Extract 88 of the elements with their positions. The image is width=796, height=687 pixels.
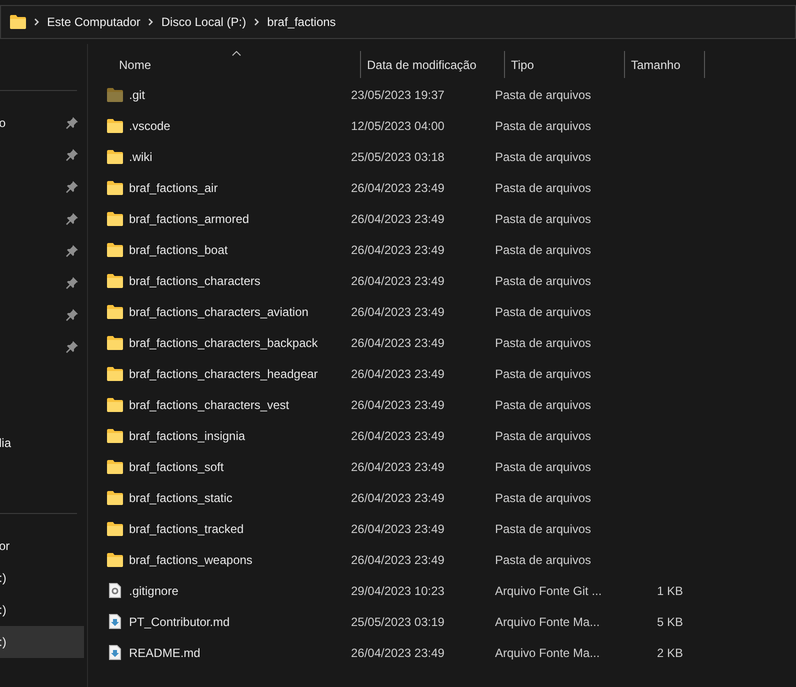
column-header[interactable]: Data de modificação [361,51,505,78]
sidebar-item[interactable]: :) [0,626,84,658]
file-type: Pasta de arquivos [495,522,592,536]
file-type: Pasta de arquivos [495,304,592,318]
modified-date: 26/04/2023 23:49 [351,366,444,380]
file-name[interactable]: braf_factions_tracked [129,520,244,538]
column-header[interactable]: Tamanho [625,51,705,78]
file-type: Pasta de arquivos [495,180,592,194]
modified-date: 26/04/2023 23:49 [351,552,444,566]
file-name[interactable]: braf_factions_insignia [129,426,246,444]
modified-date: 26/04/2023 23:49 [351,304,444,318]
modified-date: 26/04/2023 23:49 [351,490,444,504]
column-header[interactable]: Nome [90,51,361,78]
file-name[interactable]: braf_factions_static [129,488,232,506]
file-name[interactable]: .git [129,86,146,104]
file-type: Pasta de arquivos [495,242,592,256]
file-type: Arquivo Fonte Ma... [495,646,600,660]
file-type: Pasta de arquivos [495,118,592,132]
modified-date: 26/04/2023 23:49 [351,646,444,660]
file-type: Pasta de arquivos [495,460,592,474]
address-bar[interactable]: Este Computador Disco Local (P:) braf_factions [0,5,796,39]
arrow-file-icon [109,645,121,660]
file-type: Pasta de arquivos [495,274,592,288]
modified-date: 26/04/2023 23:49 [351,242,444,256]
modified-date: 23/05/2023 19:37 [351,88,444,102]
sort-caret-icon [232,51,241,56]
file-type: Pasta de arquivos [495,398,592,412]
gear-file-icon [109,583,121,598]
file-name[interactable]: braf_factions_characters_aviation [129,302,308,320]
file-type: Pasta de arquivos [495,150,592,164]
sidebar-item[interactable]: :) [0,594,84,626]
file-name[interactable]: README.md [129,644,200,662]
sidebar-item[interactable]: lia [0,427,84,459]
file-name[interactable]: braf_factions_air [129,178,218,196]
pin-icon[interactable] [66,277,78,289]
column-header[interactable]: Tipo [505,51,625,78]
chevron-icon[interactable] [148,18,154,26]
pin-icon[interactable] [66,213,78,225]
modified-date: 26/04/2023 23:49 [351,398,444,412]
file-name[interactable]: braf_factions_characters_backpack [129,334,318,352]
pin-icon[interactable] [66,181,78,193]
modified-date: 26/04/2023 23:49 [351,212,444,226]
file-name[interactable]: braf_factions_armored [129,210,250,228]
breadcrumb-item[interactable]: braf_factions [267,13,336,31]
file-name[interactable]: PT_Contributor.md [129,612,230,630]
chevron-icon[interactable] [34,18,39,26]
modified-date: 26/04/2023 23:49 [351,428,444,442]
pin-icon[interactable] [66,245,78,257]
file-type: Pasta de arquivos [495,490,592,504]
file-name[interactable]: braf_factions_weapons [129,550,252,568]
file-name[interactable]: .gitignore [129,582,178,600]
breadcrumb-item[interactable]: Disco Local (P:) [161,13,246,31]
modified-date: 25/05/2023 03:18 [351,150,444,164]
modified-date: 29/04/2023 10:23 [351,584,444,598]
file-type: Pasta de arquivos [495,428,592,442]
arrow-file-icon [109,614,121,629]
modified-date: 12/05/2023 04:00 [351,118,444,132]
file-name[interactable]: braf_factions_characters_vest [129,396,290,414]
file-name[interactable]: braf_factions_characters_headgear [129,364,318,382]
modified-date: 26/04/2023 23:49 [351,336,444,350]
file-name[interactable]: braf_factions_soft [129,458,224,476]
file-name[interactable]: .wiki [129,148,152,166]
breadcrumb-item[interactable]: Este Computador [47,13,140,31]
file-name[interactable]: braf_factions_boat [129,240,228,258]
file-name[interactable]: braf_factions_characters [129,272,260,290]
file-size: 2 KB [656,646,683,660]
sidebar-item[interactable]: :) [0,562,84,594]
file-type: Pasta de arquivos [495,212,592,226]
file-size: 5 KB [656,614,683,628]
file-type: Arquivo Fonte Ma... [495,614,600,628]
modified-date: 26/04/2023 23:49 [351,274,444,288]
modified-date: 26/04/2023 23:49 [351,460,444,474]
pin-icon[interactable] [66,117,78,129]
modified-date: 26/04/2023 23:49 [351,180,444,194]
pin-icon[interactable] [66,309,78,321]
file-type: Pasta de arquivos [495,552,592,566]
chevron-icon[interactable] [254,18,260,26]
modified-date: 26/04/2023 23:49 [351,522,444,536]
file-type: Arquivo Fonte Git ... [495,584,602,598]
file-type: Pasta de arquivos [495,366,592,380]
pin-icon[interactable] [66,149,78,161]
modified-date: 25/05/2023 03:19 [351,614,444,628]
file-name[interactable]: .vscode [129,116,170,134]
file-type: Pasta de arquivos [495,88,592,102]
file-size: 1 KB [656,584,683,598]
folder-icon [10,15,26,29]
pin-icon[interactable] [66,341,78,353]
file-type: Pasta de arquivos [495,336,592,350]
